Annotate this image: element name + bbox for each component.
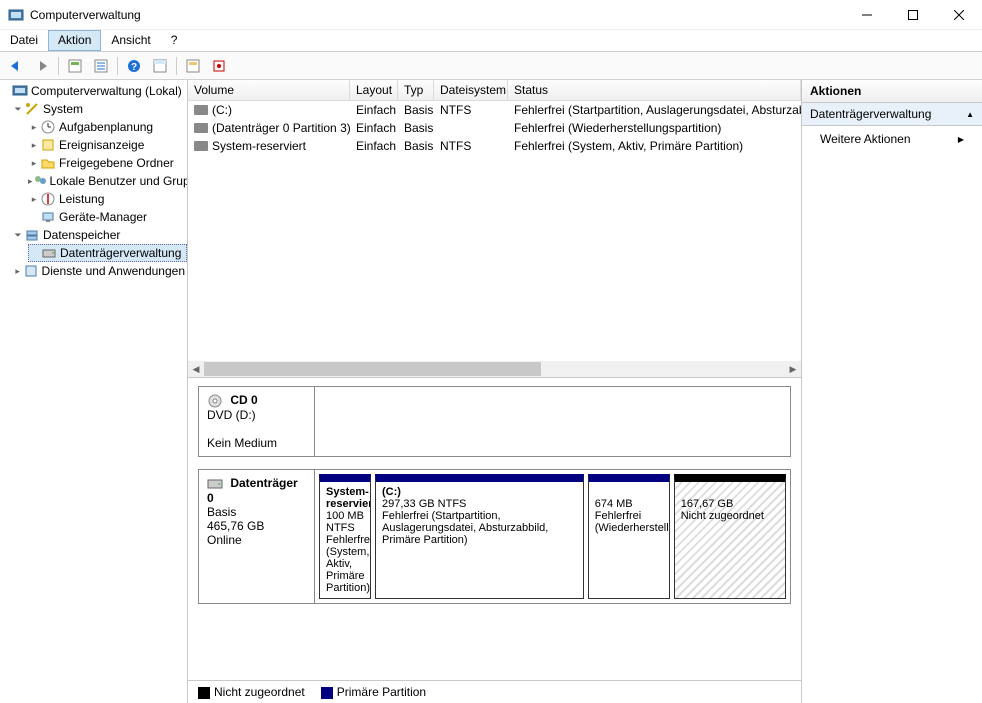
users-icon: [33, 173, 47, 189]
forward-button[interactable]: [30, 55, 54, 77]
window-title: Computerverwaltung: [30, 8, 844, 22]
menubar: Datei Aktion Ansicht ?: [0, 30, 982, 52]
menu-datei[interactable]: Datei: [0, 30, 48, 51]
tools-icon: [24, 101, 40, 117]
collapse-icon: ▲: [966, 110, 974, 119]
volume-row[interactable]: (Datenträger 0 Partition 3) Einfach Basi…: [188, 119, 801, 137]
chevron-right-icon: ▶: [958, 135, 964, 144]
actions-more[interactable]: Weitere Aktionen ▶: [802, 126, 982, 152]
navigation-tree[interactable]: ▾ Computerverwaltung (Lokal) ⏷ System ▸A…: [0, 80, 188, 703]
tree-datenspeicher[interactable]: ⏷ Datenspeicher: [12, 226, 187, 244]
tree-freigabe[interactable]: ▸Freigegebene Ordner: [28, 154, 187, 172]
tree-root[interactable]: ▾ Computerverwaltung (Lokal): [0, 82, 187, 100]
help-button[interactable]: ?: [122, 55, 146, 77]
clock-icon: [40, 119, 56, 135]
drive-icon: [194, 105, 208, 115]
disk-label: CD 0 DVD (D:) Kein Medium: [199, 387, 315, 456]
disk-mgmt-icon: [41, 245, 57, 261]
hdd-icon: [207, 477, 223, 491]
volume-list-header: Volume Layout Typ Dateisystem Status: [188, 80, 801, 101]
volume-list: Volume Layout Typ Dateisystem Status (C:…: [188, 80, 801, 378]
computer-icon: [12, 83, 28, 99]
services-icon: [23, 263, 38, 279]
event-icon: [40, 137, 56, 153]
menu-ansicht[interactable]: Ansicht: [101, 30, 160, 51]
col-typ[interactable]: Typ: [398, 80, 434, 100]
toolbar: ?: [0, 52, 982, 80]
swatch-navy: [321, 687, 333, 699]
tree-dienste[interactable]: ▸Dienste und Anwendungen: [12, 262, 187, 280]
toolbar-btn-3[interactable]: [148, 55, 172, 77]
tree-benutzer[interactable]: ▸Lokale Benutzer und Gruppen: [28, 172, 187, 190]
separator: [58, 57, 59, 75]
swatch-black: [198, 687, 210, 699]
disk-0[interactable]: Datenträger 0 Basis 465,76 GB Online Sys…: [198, 469, 791, 604]
toolbar-btn-1[interactable]: [63, 55, 87, 77]
svg-text:?: ?: [131, 62, 137, 73]
disk-cd0[interactable]: CD 0 DVD (D:) Kein Medium: [198, 386, 791, 457]
partition-c[interactable]: (C:)297,33 GB NTFSFehlerfrei (Startparti…: [375, 474, 584, 599]
performance-icon: [40, 191, 56, 207]
actions-header: Aktionen: [802, 80, 982, 103]
toolbar-btn-2[interactable]: [89, 55, 113, 77]
actions-pane: Aktionen Datenträgerverwaltung ▲ Weitere…: [802, 80, 982, 703]
tree-datentraegerverwaltung[interactable]: ▸Datenträgerverwaltung: [28, 244, 187, 262]
legend-primary: Primäre Partition: [321, 685, 426, 699]
tree-leistung[interactable]: ▸Leistung: [28, 190, 187, 208]
disk-partitions: [315, 387, 790, 456]
center-pane: Volume Layout Typ Dateisystem Status (C:…: [188, 80, 802, 703]
storage-icon: [24, 227, 40, 243]
tree-ereignisanzeige[interactable]: ▸Ereignisanzeige: [28, 136, 187, 154]
drive-icon: [194, 123, 208, 133]
separator: [176, 57, 177, 75]
tree-aufgabenplanung[interactable]: ▸Aufgabenplanung: [28, 118, 187, 136]
tree-system[interactable]: ⏷ System: [12, 100, 187, 118]
back-button[interactable]: [4, 55, 28, 77]
menu-aktion[interactable]: Aktion: [48, 30, 101, 51]
maximize-button[interactable]: [890, 0, 936, 30]
titlebar: Computerverwaltung: [0, 0, 982, 30]
disk-label: Datenträger 0 Basis 465,76 GB Online: [199, 470, 315, 603]
cd-icon: [207, 394, 223, 408]
main-area: ▾ Computerverwaltung (Lokal) ⏷ System ▸A…: [0, 80, 982, 703]
volume-row[interactable]: System-reserviert Einfach Basis NTFS Feh…: [188, 137, 801, 155]
separator: [117, 57, 118, 75]
col-fs[interactable]: Dateisystem: [434, 80, 508, 100]
app-icon: [8, 7, 24, 23]
col-layout[interactable]: Layout: [350, 80, 398, 100]
tree-geraete[interactable]: ▸Geräte-Manager: [28, 208, 187, 226]
close-button[interactable]: [936, 0, 982, 30]
disk-partitions: System-reserviert100 MB NTFSFehlerfrei (…: [315, 470, 790, 603]
legend-unallocated: Nicht zugeordnet: [198, 685, 305, 699]
folder-share-icon: [40, 155, 56, 171]
disk-graphical-pane: CD 0 DVD (D:) Kein Medium Datenträger 0 …: [188, 378, 801, 680]
toolbar-btn-5[interactable]: [207, 55, 231, 77]
actions-section[interactable]: Datenträgerverwaltung ▲: [802, 103, 982, 126]
partition-recovery[interactable]: 674 MBFehlerfrei (Wiederherstellungspart…: [588, 474, 670, 599]
partition-system-reserved[interactable]: System-reserviert100 MB NTFSFehlerfrei (…: [319, 474, 371, 599]
legend: Nicht zugeordnet Primäre Partition: [188, 680, 801, 703]
minimize-button[interactable]: [844, 0, 890, 30]
toolbar-btn-4[interactable]: [181, 55, 205, 77]
device-icon: [40, 209, 56, 225]
horizontal-scrollbar[interactable]: ◀ ▶: [188, 361, 801, 377]
volume-row[interactable]: (C:) Einfach Basis NTFS Fehlerfrei (Star…: [188, 101, 801, 119]
partition-unallocated[interactable]: 167,67 GBNicht zugeordnet: [674, 474, 786, 599]
col-volume[interactable]: Volume: [188, 80, 350, 100]
menu-help[interactable]: ?: [161, 30, 188, 51]
col-status[interactable]: Status: [508, 80, 801, 100]
drive-icon: [194, 141, 208, 151]
